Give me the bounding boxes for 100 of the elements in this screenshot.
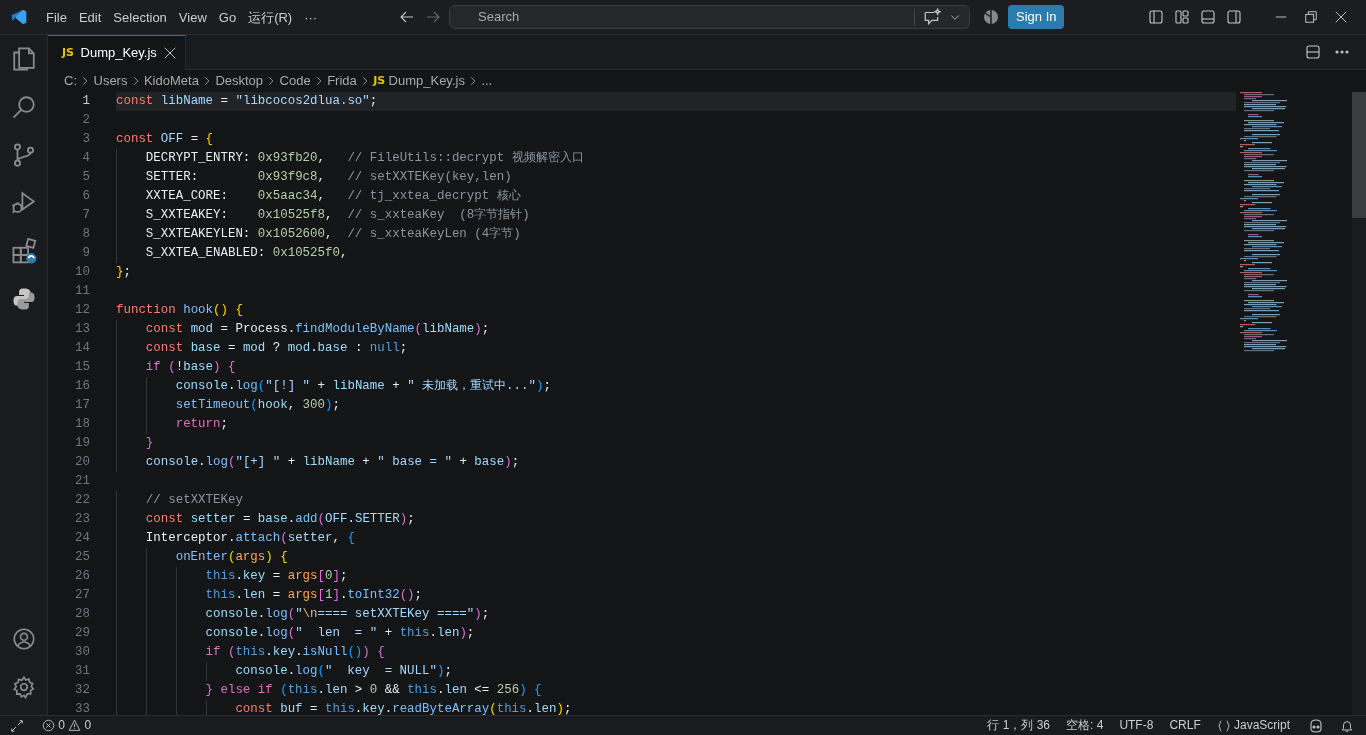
language-status[interactable]: JavaScript: [1208, 716, 1298, 735]
sign-in-button[interactable]: Sign In: [1008, 5, 1065, 29]
line-number: 26: [74, 567, 90, 585]
breadcrumb-item[interactable]: Frida: [327, 71, 357, 91]
code-line: console.log("[+] " + libName + " base = " + base);: [116, 452, 1236, 472]
line-number: 5: [81, 168, 90, 186]
settings-icon[interactable]: [12, 675, 36, 699]
line-number: 12: [74, 301, 90, 319]
breadcrumb-item[interactable]: Users: [93, 71, 128, 91]
menu-item[interactable]: File: [40, 0, 73, 35]
status-item[interactable]: UTF-8: [1111, 716, 1162, 735]
line-number: 11: [74, 282, 90, 300]
menu-item[interactable]: View: [172, 0, 213, 35]
code-line: console.log(" len = " + this.len);: [116, 623, 1236, 643]
code-line: this.key = args[0];: [116, 566, 1236, 586]
line-number: 21: [74, 472, 90, 490]
status-item[interactable]: CRLF: [1161, 716, 1209, 735]
split-editor-icon[interactable]: [1305, 44, 1321, 60]
line-number: 10: [74, 263, 90, 281]
code-line: this.len = args[1].toInt32();: [116, 585, 1236, 605]
line-number: 13: [74, 320, 90, 338]
code-line: const base = mod ? mod.base : null;: [116, 338, 1236, 358]
line-number: 3: [81, 130, 90, 148]
line-number: 33: [74, 700, 90, 715]
code-line: console.log("[!] " + libName + " 未加载，重试中...");: [116, 376, 1236, 396]
code-line: const setter = base.add(OFF.SETTER);: [116, 509, 1236, 529]
line-number: 1: [81, 92, 90, 110]
line-number: 30: [74, 643, 90, 661]
code-line: if (!base) {: [116, 357, 1236, 377]
line-number: 7: [81, 206, 90, 224]
python-icon[interactable]: [11, 286, 37, 312]
grid-layout-icon[interactable]: [1174, 9, 1190, 25]
search-field[interactable]: Search: [449, 5, 970, 29]
code-line: XXTEA_CORE: 0x5aac34, // tj_xxtea_decrypt 核心: [116, 186, 1236, 206]
files-icon[interactable]: [11, 46, 37, 72]
warning-icon: [68, 719, 82, 732]
scrollbar-thumb[interactable]: [1352, 91, 1366, 218]
code-line: // setXXTEKey: [116, 490, 1236, 510]
back-arrow-icon[interactable]: [399, 9, 415, 25]
line-number: 17: [74, 396, 90, 414]
line-number: 18: [74, 415, 90, 433]
code-line: DECRYPT_ENTRY: 0x93fb20, // FileUtils::decrypt 视频解密入口: [116, 148, 1236, 168]
line-number: 19: [74, 434, 90, 452]
notification-bell-icon[interactable]: [1340, 718, 1354, 733]
code-line: if (this.key.isNull()) {: [116, 642, 1236, 662]
sidebar-layout-icon[interactable]: [1148, 9, 1164, 25]
code-line: const mod = Process.findModuleByName(libName);: [116, 319, 1236, 339]
line-number: 22: [74, 491, 90, 509]
code-line: onEnter(args) {: [116, 547, 1236, 567]
breadcrumb-item[interactable]: Desktop: [215, 71, 264, 91]
account-icon[interactable]: [12, 627, 36, 651]
restore-icon[interactable]: [1304, 10, 1318, 24]
copilot-icon[interactable]: [1308, 717, 1324, 734]
menu-item[interactable]: ···: [298, 0, 324, 35]
run-debug-icon[interactable]: [11, 190, 37, 216]
code-line: setTimeout(hook, 300);: [116, 395, 1236, 415]
line-number: 25: [74, 548, 90, 566]
menu-item[interactable]: Edit: [72, 0, 108, 35]
line-number: 16: [74, 377, 90, 395]
problems-status[interactable]: 0 0: [34, 716, 100, 735]
remote-icon[interactable]: [10, 718, 24, 733]
menu-item[interactable]: 运行(R): [242, 0, 299, 35]
close-icon[interactable]: [163, 46, 178, 60]
line-number: 31: [74, 662, 90, 680]
status-item[interactable]: 空格: 4: [1058, 716, 1112, 735]
line-number: 23: [74, 510, 90, 528]
code-line: console.log(" key = NULL");: [116, 661, 1236, 681]
panel-layout-icon[interactable]: [1200, 9, 1216, 25]
breadcrumb-item[interactable]: ...: [481, 71, 493, 91]
line-number: 6: [81, 187, 90, 205]
breadcrumb-item[interactable]: KidoMeta: [143, 71, 199, 91]
code-line: function hook() {: [116, 301, 244, 319]
code-line: S_XXTEA_ENABLED: 0x10525f0,: [116, 243, 1236, 263]
breadcrumb-item[interactable]: Code: [279, 71, 311, 91]
chat-icon[interactable]: [923, 8, 941, 26]
code-line: } else if (this.len > 0 && this.len <= 256) {: [116, 680, 1236, 700]
braces-icon: [1216, 718, 1231, 733]
close-icon[interactable]: [1334, 10, 1348, 24]
account-pie-icon[interactable]: [983, 9, 999, 25]
forward-arrow-icon[interactable]: [425, 9, 441, 25]
menu-item[interactable]: Selection: [107, 0, 173, 35]
extensions-icon[interactable]: [11, 238, 37, 264]
search-icon[interactable]: [11, 94, 37, 120]
sidebar-right-layout-icon[interactable]: [1226, 9, 1242, 25]
line-number: 32: [74, 681, 90, 699]
code-line: const OFF = {: [116, 130, 215, 148]
status-item[interactable]: 行 1，列 36: [979, 716, 1059, 735]
source-control-icon[interactable]: [11, 142, 37, 168]
code-line: return;: [116, 414, 1236, 434]
editor-tab[interactable]: JS Dump_Key.js: [48, 35, 187, 70]
menu-item[interactable]: Go: [212, 0, 243, 35]
breadcrumb-item[interactable]: C:: [64, 71, 77, 91]
app-logo-icon: [10, 8, 28, 26]
line-number: 14: [74, 339, 90, 357]
breadcrumb-item[interactable]: JS Dump_Key.js: [373, 71, 465, 91]
line-number: 27: [74, 586, 90, 604]
line-number: 4: [81, 149, 90, 167]
code-line: console.log("\n==== setXXTEKey ====");: [116, 604, 1236, 624]
code-line: };: [116, 263, 132, 281]
line-number: 2: [81, 111, 90, 129]
